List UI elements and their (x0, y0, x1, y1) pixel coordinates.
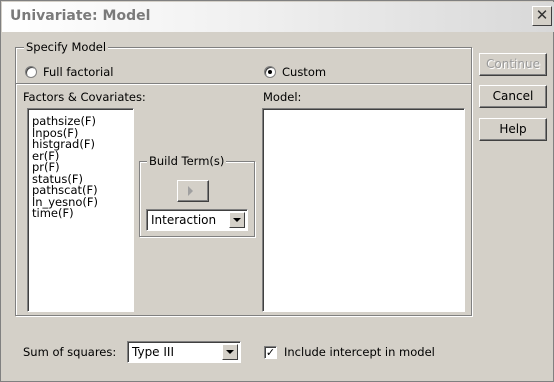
chevron-down-icon[interactable] (229, 212, 245, 228)
model-label: Model: (263, 90, 302, 104)
custom-label[interactable]: Custom (282, 65, 326, 79)
model-list[interactable] (262, 108, 465, 312)
custom-radio[interactable] (264, 66, 276, 78)
move-term-button[interactable] (177, 180, 209, 202)
checkmark-icon: ✓ (265, 346, 276, 359)
list-item[interactable]: time(F) (28, 207, 133, 220)
factors-covariates-list[interactable]: pathsize(F) lnpos(F) histgrad(F) er(F) p… (27, 108, 134, 312)
build-term-type-select[interactable]: Interaction (146, 209, 248, 231)
include-intercept-label[interactable]: Include intercept in model (284, 345, 435, 359)
group-separator (16, 83, 471, 85)
help-button[interactable]: Help (479, 118, 547, 141)
factors-covariates-label: Factors & Covariates: (23, 90, 146, 104)
chevron-down-icon[interactable] (222, 344, 238, 360)
continue-button[interactable]: Continue (479, 53, 547, 76)
cancel-button[interactable]: Cancel (479, 85, 547, 108)
sum-of-squares-select[interactable]: Type III (127, 341, 241, 363)
build-term-type-value: Interaction (151, 213, 217, 227)
sum-of-squares-label: Sum of squares: (23, 345, 117, 359)
build-terms-label: Build Term(s) (147, 154, 227, 168)
sum-of-squares-value: Type III (132, 345, 174, 359)
specify-model-label: Specify Model (24, 40, 109, 54)
window-title: Univariate: Model (10, 8, 151, 24)
full-factorial-label[interactable]: Full factorial (43, 65, 113, 79)
include-intercept-checkbox[interactable]: ✓ (264, 346, 277, 359)
close-button[interactable]: ✕ (532, 6, 552, 26)
univariate-model-dialog: Univariate: Model ✕ Specify Model Full f… (0, 0, 554, 382)
custom-radio-dot (268, 70, 272, 74)
close-icon: ✕ (535, 6, 549, 24)
full-factorial-radio[interactable] (25, 66, 37, 78)
title-bar: Univariate: Model ✕ (2, 2, 554, 32)
